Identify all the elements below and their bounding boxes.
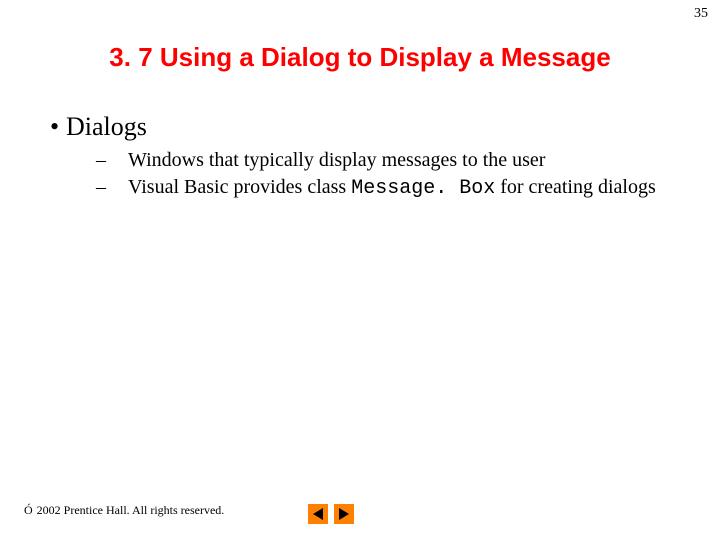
nav-controls	[308, 504, 354, 524]
copyright-icon: Ó	[24, 503, 33, 518]
bullet-dash-icon: –	[112, 175, 128, 200]
bullet-level-2: –Windows that typically display messages…	[112, 148, 672, 173]
bullet-dash-icon: –	[112, 148, 128, 173]
bullet-level-2-text: Windows that typically display messages …	[128, 149, 545, 171]
triangle-right-icon	[339, 508, 349, 520]
bullet-level-2-prefix: Visual Basic provides class	[128, 176, 351, 198]
prev-button[interactable]	[308, 504, 328, 524]
sub-bullet-list: –Windows that typically display messages…	[112, 148, 672, 201]
triangle-left-icon	[313, 508, 323, 520]
slide-body: •Dialogs –Windows that typically display…	[48, 112, 672, 203]
next-button[interactable]	[334, 504, 354, 524]
footer-text: 2002 Prentice Hall. All rights reserved.	[37, 503, 225, 518]
code-text: Message. Box	[351, 177, 495, 200]
footer: Ó 2002 Prentice Hall. All rights reserve…	[24, 503, 224, 518]
slide-title: 3. 7 Using a Dialog to Display a Message	[0, 42, 720, 73]
bullet-level-2: –Visual Basic provides class Message. Bo…	[112, 175, 672, 201]
bullet-level-1-label: Dialogs	[66, 112, 147, 141]
bullet-level-1: •Dialogs	[70, 112, 672, 142]
bullet-dot-icon: •	[50, 112, 66, 142]
bullet-level-2-suffix: for creating dialogs	[495, 176, 656, 198]
slide: 35 3. 7 Using a Dialog to Display a Mess…	[0, 0, 720, 540]
page-number: 35	[694, 6, 708, 22]
